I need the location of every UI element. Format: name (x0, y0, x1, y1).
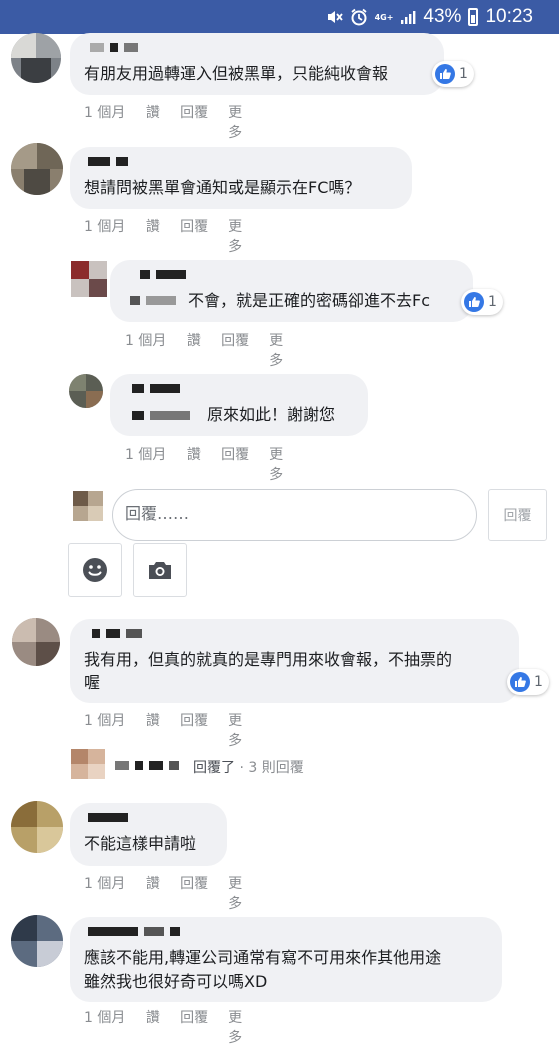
more-button[interactable]: 更多 (228, 102, 254, 142)
comment-time[interactable]: 1 個月 (125, 444, 187, 484)
comment-time[interactable]: 1 個月 (84, 1007, 146, 1047)
more-button[interactable]: 更多 (228, 1007, 254, 1047)
author-name-redacted (140, 270, 192, 280)
thumbs-up-icon (510, 672, 530, 692)
comment-actions: 1 個月 讚 回覆 更多 (125, 444, 295, 484)
comment-bubble[interactable]: 不會，就是正確的密碼卻進不去Fc (110, 260, 473, 322)
comment-actions: 1 個月 讚 回覆 更多 (84, 102, 254, 142)
emoji-button[interactable] (68, 543, 122, 597)
comment-bubble[interactable]: 我有用，但真的就真的是專門用來收會報，不抽票的 喔 (70, 619, 519, 703)
like-count-badge[interactable]: 1 (432, 61, 474, 87)
like-count: 1 (488, 294, 497, 310)
camera-icon (149, 562, 171, 579)
comment-actions: 1 個月 讚 回覆 更多 (84, 710, 254, 750)
avatar[interactable] (11, 33, 61, 83)
more-button[interactable]: 更多 (228, 710, 254, 750)
avatar[interactable] (11, 915, 63, 967)
mute-icon (327, 11, 343, 23)
replied-text: 回覆了 (193, 760, 235, 776)
author-name-redacted (90, 43, 144, 53)
status-icons: 4G+ 43% 10:23 (325, 6, 533, 28)
avatar[interactable] (11, 801, 63, 853)
avatar[interactable] (71, 261, 107, 297)
like-count-badge[interactable]: 1 (507, 669, 549, 695)
like-button[interactable]: 讚 (187, 330, 221, 370)
comment-time[interactable]: 1 個月 (84, 710, 146, 750)
like-button[interactable]: 讚 (146, 102, 180, 142)
camera-button[interactable] (133, 543, 187, 597)
comment-actions: 1 個月 讚 回覆 更多 (84, 1007, 254, 1047)
comment-text: 不能這樣申請啦 (84, 834, 197, 853)
comment-bubble[interactable]: 原來如此！謝謝您 (110, 374, 368, 436)
author-name-redacted (88, 927, 186, 937)
battery-percent: 43% (423, 6, 462, 27)
comment-bubble[interactable]: 應該不能用,轉運公司通常有寫不可用來作其他用途 雖然我也很好奇可以嗎XD (70, 917, 502, 1002)
more-button[interactable]: 更多 (269, 444, 295, 484)
author-name-redacted (88, 157, 134, 167)
comment-time[interactable]: 1 個月 (84, 102, 146, 142)
like-button[interactable]: 讚 (187, 444, 221, 484)
comment-text: 原來如此！謝謝您 (207, 405, 336, 424)
status-bar: 4G+ 43% 10:23 (0, 0, 559, 34)
author-name-redacted (132, 384, 186, 394)
reply-button[interactable]: 回覆 (180, 102, 228, 142)
more-button[interactable]: 更多 (228, 216, 254, 256)
alarm-icon (351, 8, 367, 26)
replier-name-redacted (115, 761, 185, 771)
more-button[interactable]: 更多 (269, 330, 295, 370)
reply-count: · 3 則回覆 (239, 760, 304, 776)
comment-text: 不會，就是正確的密碼卻進不去Fc (188, 291, 431, 310)
clock: 10:23 (485, 6, 533, 27)
comment-time[interactable]: 1 個月 (84, 873, 146, 913)
reply-button[interactable]: 回覆 (180, 216, 228, 256)
reply-input-box[interactable] (112, 489, 477, 541)
comment-text-line1: 應該不能用,轉運公司通常有寫不可用來作其他用途 (84, 948, 442, 967)
network-type: 4G+ (374, 12, 394, 22)
like-count: 1 (534, 674, 543, 690)
comment-text: 有朋友用過轉運入但被黑單，只能純收會報 (84, 64, 389, 83)
like-button[interactable]: 讚 (146, 873, 180, 913)
mention-redacted (132, 411, 196, 421)
like-button[interactable]: 讚 (146, 710, 180, 750)
reply-input[interactable] (125, 504, 445, 523)
reply-button[interactable]: 回覆 (180, 710, 228, 750)
author-name-redacted (92, 629, 148, 639)
comment-text-line2: 雖然我也很好奇可以嗎XD (84, 972, 268, 991)
comment-time[interactable]: 1 個月 (84, 216, 146, 256)
comment-actions: 1 個月 讚 回覆 更多 (125, 330, 295, 370)
avatar[interactable] (11, 143, 63, 195)
avatar[interactable] (12, 618, 60, 666)
reply-button[interactable]: 回覆 (221, 330, 269, 370)
avatar[interactable] (69, 374, 103, 408)
thumbs-up-icon (435, 64, 455, 84)
replier-avatar (71, 749, 105, 779)
view-replies-link[interactable]: 回覆了 · 3 則回覆 (193, 757, 304, 777)
comment-bubble[interactable]: 想請問被黑單會通知或是顯示在FC嗎？ (70, 147, 412, 209)
like-count: 1 (459, 66, 468, 82)
reply-button[interactable]: 回覆 (180, 873, 228, 913)
comment-time[interactable]: 1 個月 (125, 330, 187, 370)
reply-submit-button[interactable]: 回覆 (488, 489, 547, 541)
more-button[interactable]: 更多 (228, 873, 254, 913)
comment-bubble[interactable]: 有朋友用過轉運入但被黑單，只能純收會報 (70, 33, 444, 95)
comment-text: 想請問被黑單會通知或是顯示在FC嗎？ (84, 178, 361, 197)
comment-text-line1: 我有用，但真的就真的是專門用來收會報，不抽票的 (84, 650, 453, 669)
smiley-icon (83, 558, 107, 582)
comment-text-line2: 喔 (84, 673, 101, 692)
like-button[interactable]: 讚 (146, 1007, 180, 1047)
thumbs-up-icon (464, 292, 484, 312)
like-count-badge[interactable]: 1 (461, 289, 503, 315)
reply-button[interactable]: 回覆 (180, 1007, 228, 1047)
comment-bubble[interactable]: 不能這樣申請啦 (70, 803, 227, 866)
like-button[interactable]: 讚 (146, 216, 180, 256)
mention-redacted (130, 296, 182, 306)
comment-actions: 1 個月 讚 回覆 更多 (84, 216, 254, 256)
comment-actions: 1 個月 讚 回覆 更多 (84, 873, 254, 913)
author-name-redacted (88, 813, 134, 823)
battery-icon (468, 8, 479, 26)
signal-icon (401, 11, 416, 24)
my-avatar (73, 491, 103, 521)
reply-button[interactable]: 回覆 (221, 444, 269, 484)
